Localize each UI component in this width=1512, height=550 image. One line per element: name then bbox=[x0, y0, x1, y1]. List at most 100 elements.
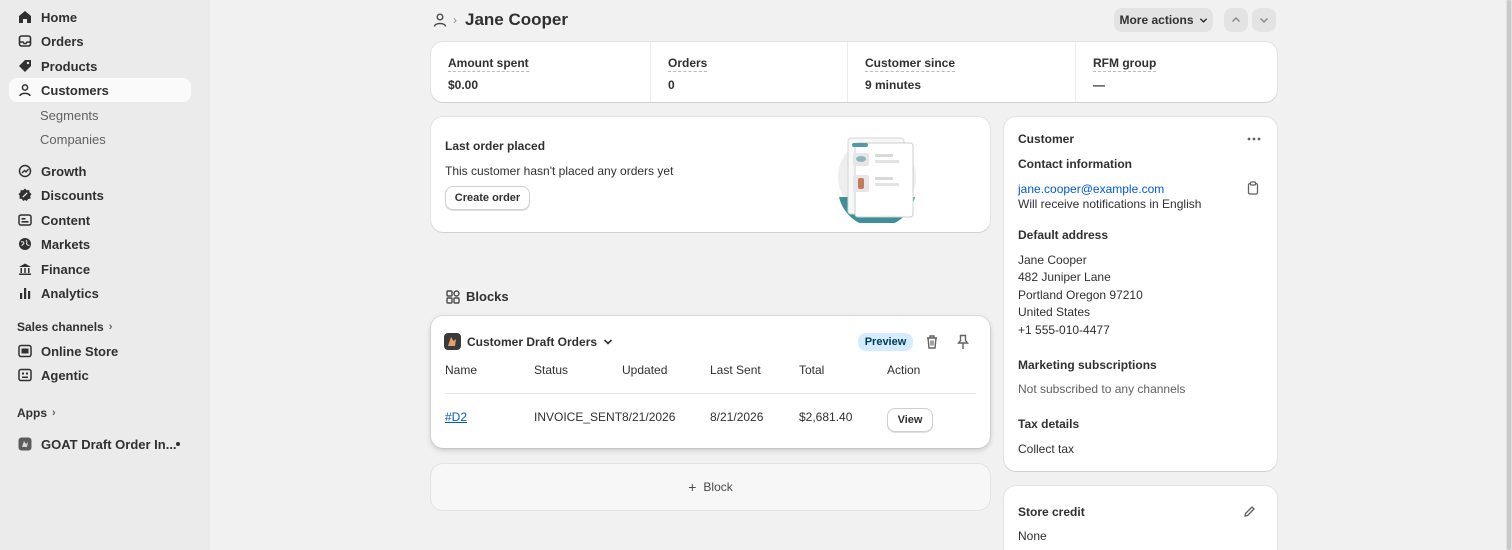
stat-value: 9 minutes bbox=[865, 78, 922, 92]
delete-icon[interactable] bbox=[925, 334, 939, 350]
sidebar-item-analytics[interactable]: Analytics bbox=[9, 281, 191, 305]
more-options-icon[interactable] bbox=[1246, 133, 1262, 145]
chevron-down-icon bbox=[603, 339, 613, 345]
next-customer-button[interactable] bbox=[1252, 8, 1276, 32]
sidebar-item-label: Markets bbox=[41, 236, 91, 252]
draft-order-updated: 8/21/2026 bbox=[622, 410, 676, 424]
blocks-heading: Blocks bbox=[446, 289, 509, 304]
content-icon bbox=[18, 213, 32, 227]
growth-icon bbox=[18, 164, 32, 178]
draft-orders-block-card: Customer Draft Orders Preview Name Statu… bbox=[431, 316, 990, 448]
sidebar-section-apps[interactable]: Apps › bbox=[17, 406, 56, 420]
sidebar-item-markets[interactable]: Markets bbox=[9, 232, 191, 256]
block-app-selector[interactable]: Customer Draft Orders bbox=[467, 335, 613, 349]
sidebar-item-content[interactable]: Content bbox=[9, 208, 191, 232]
copy-icon[interactable] bbox=[1247, 181, 1259, 195]
blocks-title: Blocks bbox=[466, 289, 509, 304]
add-block-label: Block bbox=[703, 480, 733, 494]
breadcrumb-separator-icon: › bbox=[453, 13, 457, 27]
chevron-down-icon bbox=[1199, 17, 1207, 23]
store-credit-card: Store credit None bbox=[1004, 486, 1277, 550]
last-order-card: Last order placed This customer hasn't p… bbox=[431, 117, 990, 232]
sidebar-item-home[interactable]: Home bbox=[9, 5, 191, 29]
inbox-icon bbox=[18, 34, 32, 48]
sidebar-item-orders[interactable]: Orders bbox=[9, 29, 191, 53]
sidebar-subitem-segments[interactable]: Segments bbox=[40, 108, 99, 123]
contact-information-heading: Contact information bbox=[1018, 157, 1132, 171]
person-icon bbox=[18, 83, 32, 97]
app-icon bbox=[18, 437, 32, 451]
sidebar-item-online-store[interactable]: Online Store bbox=[9, 339, 191, 363]
sidebar-item-goat-app[interactable]: GOAT Draft Order In... bbox=[9, 432, 191, 456]
edit-icon[interactable] bbox=[1243, 505, 1256, 518]
add-block-button[interactable]: + Block bbox=[431, 464, 990, 510]
blocks-icon bbox=[446, 289, 460, 304]
more-actions-button[interactable]: More actions bbox=[1114, 8, 1213, 32]
bank-icon bbox=[18, 262, 32, 276]
store-icon bbox=[18, 344, 32, 358]
section-label: Sales channels bbox=[17, 320, 104, 334]
sidebar-item-label: Online Store bbox=[41, 343, 119, 359]
last-order-title: Last order placed bbox=[445, 139, 546, 153]
sidebar-item-label: Home bbox=[41, 9, 78, 25]
column-header-action: Action bbox=[887, 363, 921, 377]
notification-language: Will receive notifications in English bbox=[1018, 197, 1202, 211]
sidebar-item-label: Content bbox=[41, 212, 91, 228]
previous-customer-button[interactable] bbox=[1224, 8, 1248, 32]
home-icon bbox=[18, 10, 32, 24]
sidebar-item-finance[interactable]: Finance bbox=[9, 257, 191, 281]
stat-value: 0 bbox=[668, 78, 675, 92]
address-line: Jane Cooper bbox=[1018, 253, 1087, 267]
block-card-title: Customer Draft Orders bbox=[467, 335, 598, 349]
person-icon bbox=[432, 12, 448, 28]
stat-label[interactable]: Amount spent bbox=[448, 56, 529, 72]
stat-label[interactable]: Orders bbox=[668, 56, 708, 72]
customer-details-card: Customer Contact information jane.cooper… bbox=[1004, 117, 1277, 471]
stat-orders: Orders 0 bbox=[651, 42, 847, 102]
plus-icon: + bbox=[688, 479, 697, 495]
draft-order-link[interactable]: #D2 bbox=[445, 410, 467, 424]
sidebar-subitem-companies[interactable]: Companies bbox=[40, 132, 106, 147]
section-label: Apps bbox=[17, 406, 47, 420]
chevron-right-icon: › bbox=[108, 321, 113, 333]
sidebar-item-label: Analytics bbox=[41, 285, 99, 301]
sidebar-item-agentic[interactable]: Agentic bbox=[9, 363, 191, 387]
app-status-dot bbox=[176, 442, 180, 446]
stat-label[interactable]: Customer since bbox=[865, 56, 956, 72]
sidebar-item-discounts[interactable]: Discounts bbox=[9, 183, 191, 207]
address-line: Portland Oregon 97210 bbox=[1018, 288, 1143, 302]
preview-badge: Preview bbox=[858, 333, 913, 351]
preview-badge-label: Preview bbox=[864, 336, 907, 348]
customer-email-link[interactable]: jane.cooper@example.com bbox=[1018, 182, 1164, 196]
store-credit-title: Store credit bbox=[1018, 505, 1085, 519]
sidebar-section-sales-channels[interactable]: Sales channels › bbox=[17, 320, 112, 334]
draft-order-status: INVOICE_SENT bbox=[534, 410, 623, 424]
page-title: Jane Cooper bbox=[465, 10, 568, 29]
stat-value: — bbox=[1093, 78, 1105, 92]
column-header-name: Name bbox=[445, 363, 478, 377]
pin-icon[interactable] bbox=[957, 334, 969, 350]
sidebar-item-customers[interactable]: Customers bbox=[9, 78, 191, 102]
tax-details-value: Collect tax bbox=[1018, 442, 1075, 456]
create-order-button[interactable]: Create order bbox=[445, 186, 530, 210]
sidebar-item-products[interactable]: Products bbox=[9, 54, 191, 78]
stat-value: $0.00 bbox=[448, 78, 479, 92]
sidebar-item-label: Orders bbox=[41, 33, 84, 49]
sidebar-item-label: Growth bbox=[41, 163, 87, 179]
stat-label[interactable]: RFM group bbox=[1093, 56, 1157, 72]
sidebar-item-label: Products bbox=[41, 58, 98, 74]
sidebar: Home Orders Products Customers Segments … bbox=[0, 0, 210, 550]
view-button[interactable]: View bbox=[887, 408, 933, 432]
sidebar-item-growth[interactable]: Growth bbox=[9, 159, 191, 183]
more-actions-label: More actions bbox=[1119, 13, 1194, 27]
chevron-up-icon bbox=[1231, 16, 1241, 23]
tax-details-heading: Tax details bbox=[1018, 417, 1080, 431]
sidebar-item-label: Customers bbox=[41, 82, 109, 98]
scrollbar[interactable] bbox=[1506, 0, 1512, 550]
store-credit-value: None bbox=[1018, 529, 1047, 543]
scrollbar-thumb[interactable] bbox=[1507, 0, 1511, 550]
table-row: #D2 INVOICE_SENT 8/21/2026 8/21/2026 $2,… bbox=[431, 394, 990, 444]
tag-icon bbox=[18, 59, 32, 73]
sidebar-item-label: GOAT Draft Order In... bbox=[41, 436, 177, 452]
chevron-down-icon bbox=[1259, 17, 1269, 24]
